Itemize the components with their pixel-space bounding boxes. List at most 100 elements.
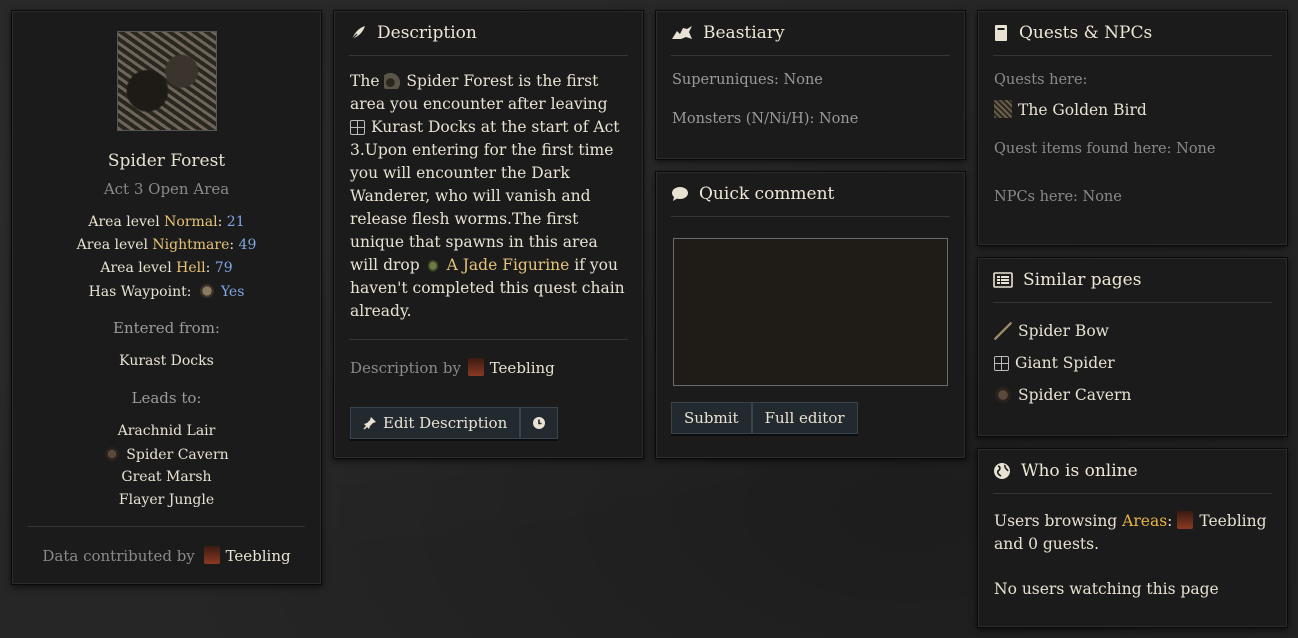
waypoint-value[interactable]: Yes — [221, 284, 245, 300]
description-title: Description — [377, 23, 477, 43]
browsing-section-link[interactable]: Areas — [1122, 512, 1167, 530]
desc-link-kurast-docks[interactable]: Kurast Docks — [371, 118, 476, 136]
bestiary-card: Beastiary Superuniques: None Monsters (N… — [655, 10, 966, 160]
bow-icon — [994, 322, 1012, 340]
area-image — [117, 31, 217, 131]
level-value-hell: 79 — [214, 260, 233, 276]
similar-header: Similar pages — [993, 258, 1272, 303]
list-icon — [993, 272, 1013, 288]
contrib-label: Data contributed by — [42, 547, 195, 565]
contrib-user-link[interactable]: Teebling — [226, 547, 291, 565]
submit-button[interactable]: Submit — [671, 402, 752, 434]
similar-item-giant-spider[interactable]: Giant Spider — [994, 347, 1271, 379]
monsters-row: Monsters (N/Ni/H): None — [672, 111, 949, 127]
similar-label: Spider Bow — [1018, 322, 1109, 340]
entered-from-link[interactable]: Kurast Docks — [12, 353, 321, 369]
monster-grid-icon — [994, 355, 1009, 371]
book-icon — [995, 25, 1007, 41]
level-label: Area level — [100, 260, 172, 276]
waypoint-icon — [198, 283, 215, 299]
quest-items-value: None — [1176, 141, 1216, 157]
guests-text: and 0 guests. — [994, 535, 1100, 553]
leads-to-label: Leads to: — [131, 389, 202, 407]
user-avatar-icon — [203, 546, 220, 564]
quick-comment-header: Quick comment — [671, 172, 950, 217]
jade-figurine-icon — [424, 257, 441, 273]
superuniques-row: Superuniques: None — [672, 72, 949, 88]
full-editor-button[interactable]: Full editor — [751, 402, 858, 434]
spider-cavern-icon — [104, 446, 121, 462]
desc-part: at the start of Act 3.Upon entering for … — [350, 118, 620, 274]
quests-header: Quests & NPCs — [993, 11, 1272, 56]
desc-by-user-link[interactable]: Teebling — [490, 359, 555, 377]
quick-comment-title: Quick comment — [699, 184, 835, 204]
watching-text: No users watching this page — [994, 580, 1219, 598]
leads-to-great-marsh[interactable]: Great Marsh — [12, 469, 321, 485]
beast-icon — [672, 26, 692, 39]
golden-bird-quest-icon — [994, 100, 1012, 118]
comment-button-group: Submit Full editor — [671, 402, 858, 434]
area-name: Spider Forest — [107, 151, 226, 171]
spider-forest-icon — [384, 73, 401, 89]
desc-by-label: Description by — [350, 359, 461, 377]
clock-icon — [533, 417, 546, 429]
area-level-hell: Area level Hell: 79 — [100, 260, 233, 276]
history-button[interactable] — [520, 407, 559, 439]
quests-title: Quests & NPCs — [1019, 23, 1153, 43]
quests-npcs-card: Quests & NPCs Quests here: The Golden Bi… — [977, 10, 1288, 246]
leads-to-flayer-jungle[interactable]: Flayer Jungle — [12, 492, 321, 508]
waypoint-grid-icon — [350, 120, 365, 135]
area-level-normal: Area level Normal: 21 — [88, 214, 245, 230]
leads-to-spider-cavern[interactable]: Spider Cavern — [12, 446, 321, 463]
browsing-label: Users browsing — [994, 512, 1118, 530]
similar-label: Spider Cavern — [1018, 386, 1132, 404]
desc-link-spider-forest[interactable]: Spider Forest — [406, 72, 513, 90]
description-header: Description — [349, 11, 628, 56]
bestiary-title: Beastiary — [703, 23, 785, 43]
difficulty-hell: Hell — [176, 260, 206, 276]
comment-textarea[interactable] — [673, 238, 948, 386]
monsters-value: None — [818, 111, 859, 127]
area-info-card: Spider Forest Act 3 Open Area Area level… — [11, 10, 322, 585]
feather-icon — [350, 26, 365, 41]
waypoint-label: Has Waypoint: — [88, 284, 192, 300]
area-type: Act 3 Open Area — [103, 180, 230, 198]
difficulty-normal: Normal — [164, 214, 218, 230]
entered-from-label: Entered from: — [113, 319, 220, 337]
desc-part: The — [350, 72, 385, 90]
user-avatar-icon — [467, 358, 484, 376]
level-label: Area level — [76, 237, 148, 253]
similar-item-spider-bow[interactable]: Spider Bow — [994, 315, 1271, 347]
edit-description-label: Edit Description — [383, 414, 508, 432]
desc-link-jade-figurine[interactable]: A Jade Figurine — [447, 256, 570, 274]
online-user-link[interactable]: Teebling — [1199, 512, 1266, 530]
globe-icon — [994, 463, 1010, 479]
description-by: Description by Teebling — [350, 358, 627, 377]
pin-icon — [363, 417, 376, 430]
similar-pages-card: Similar pages Spider Bow Giant Spider Sp… — [977, 257, 1288, 437]
comment-icon — [672, 187, 688, 201]
similar-title: Similar pages — [1023, 270, 1142, 290]
superuniques-value: None — [783, 72, 823, 88]
level-label: Area level — [88, 214, 160, 230]
npcs-label: NPCs here: — [994, 189, 1078, 205]
online-header: Who is online — [993, 449, 1272, 494]
quest-link: The Golden Bird — [1018, 101, 1147, 119]
edit-description-button[interactable]: Edit Description — [350, 407, 521, 439]
data-contributed-by: Data contributed by Teebling — [12, 546, 321, 565]
online-text: Users browsing Areas: Teebling and 0 gue… — [994, 510, 1271, 601]
area-level-nightmare: Area level Nightmare: 49 — [76, 237, 257, 253]
description-text: The Spider Forest is the first area you … — [350, 70, 627, 323]
quests-here-label: Quests here: — [994, 72, 1088, 88]
quest-item[interactable]: The Golden Bird — [994, 100, 1271, 119]
user-avatar-icon — [1177, 511, 1194, 529]
divider — [349, 339, 628, 340]
leads-to-arachnid-lair[interactable]: Arachnid Lair — [12, 423, 321, 439]
online-title: Who is online — [1021, 461, 1138, 481]
superuniques-label: Superuniques: — [672, 72, 779, 88]
spider-cavern-icon — [994, 386, 1012, 404]
bestiary-header: Beastiary — [671, 11, 950, 56]
divider — [28, 526, 305, 527]
difficulty-nightmare: Nightmare — [152, 237, 230, 253]
similar-item-spider-cavern[interactable]: Spider Cavern — [994, 379, 1271, 411]
